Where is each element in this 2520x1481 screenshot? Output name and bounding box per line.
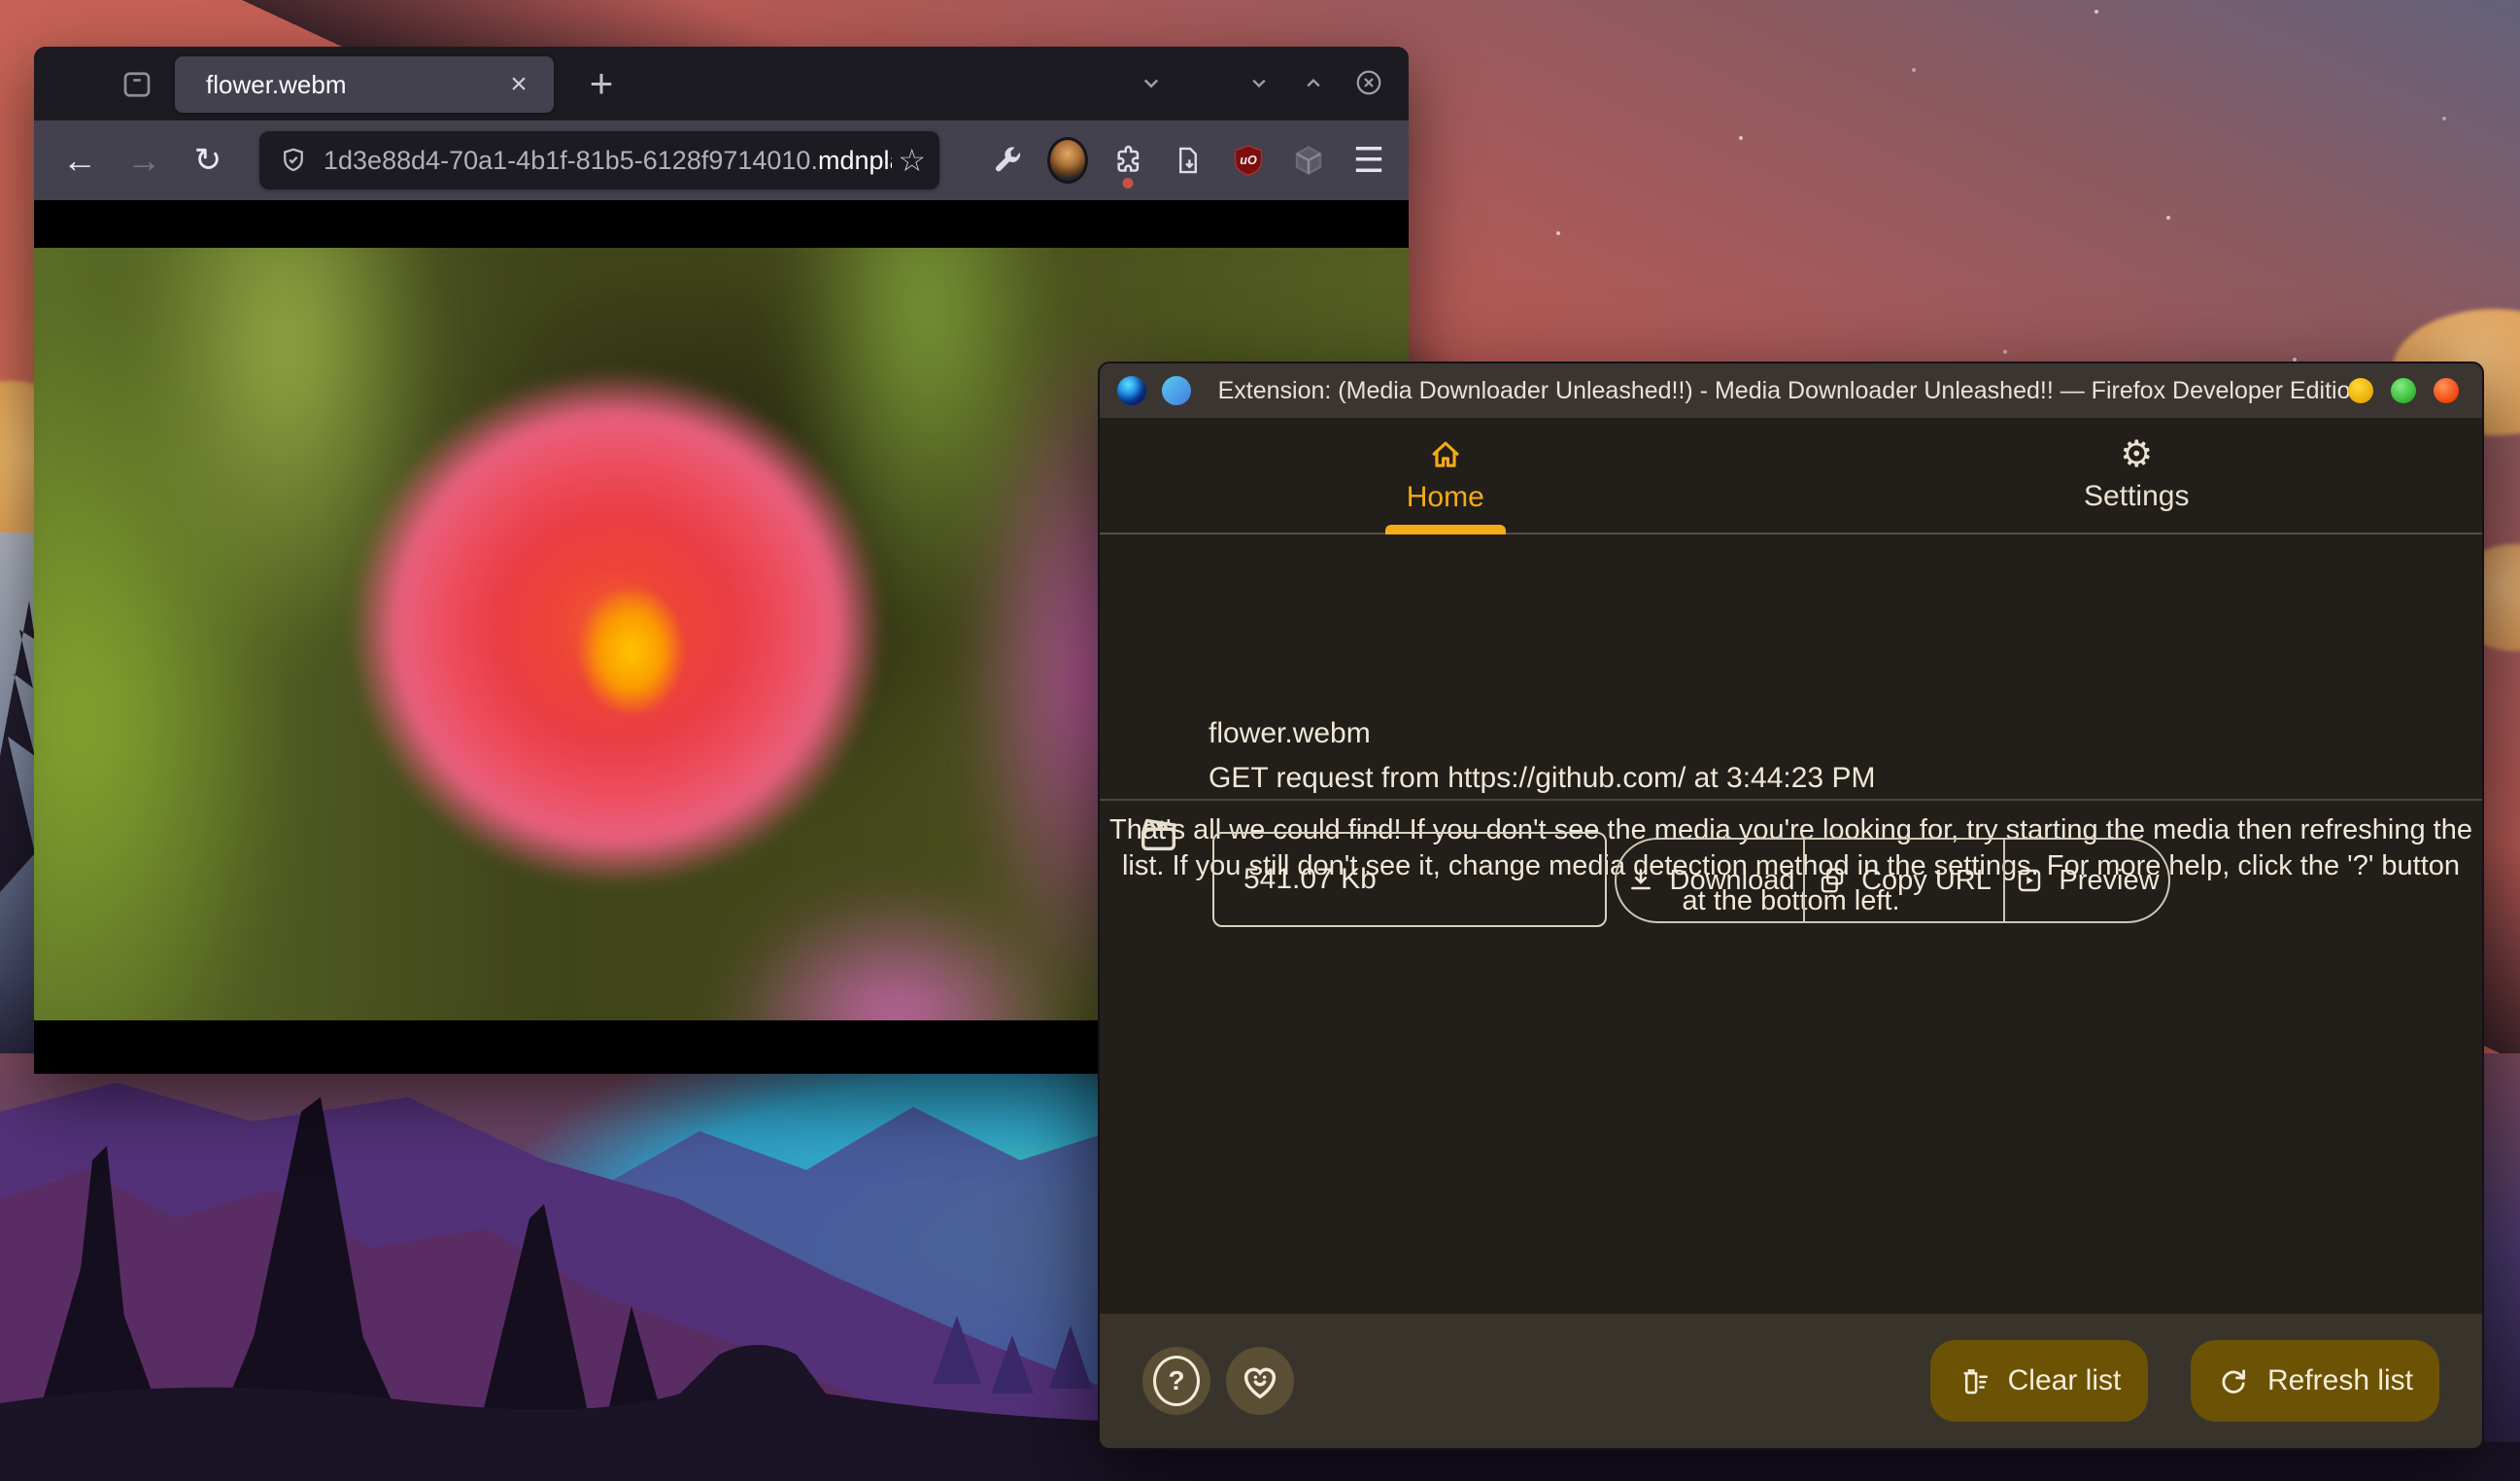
flower-stamen <box>563 568 699 734</box>
film-clapper-icon <box>1137 812 1181 857</box>
tracking-protection-icon[interactable] <box>279 146 308 175</box>
extensions-puzzle-icon[interactable] <box>1107 134 1148 187</box>
preview-icon <box>2014 865 2045 896</box>
star <box>2003 350 2007 354</box>
media-filename: flower.webm <box>1209 717 1371 750</box>
list-divider <box>1100 799 2482 801</box>
save-page-icon[interactable] <box>1168 134 1209 187</box>
firefox-view-icon[interactable] <box>119 67 154 102</box>
heart-smile-icon <box>1238 1359 1282 1403</box>
svg-text:uO: uO <box>1240 154 1257 167</box>
minimize-button[interactable] <box>2348 378 2373 403</box>
refresh-list-label: Refresh list <box>2267 1364 2413 1397</box>
wrench-icon[interactable] <box>987 134 1028 187</box>
tab-home[interactable]: Home <box>1100 418 1791 533</box>
tree-silhouette <box>0 601 35 892</box>
star <box>2166 216 2170 220</box>
close-button[interactable] <box>2434 378 2459 403</box>
clear-list-label: Clear list <box>2008 1364 2122 1397</box>
download-button[interactable]: Download <box>1617 840 1803 921</box>
active-tab-indicator <box>1385 525 1506 534</box>
extension-window-title: Extension: (Media Downloader Unleashed!!… <box>1100 377 2482 405</box>
menu-hamburger-icon[interactable]: ☰ <box>1348 134 1389 187</box>
forward-button[interactable]: → <box>123 140 164 181</box>
url-bar[interactable]: 1d3e88d4-70a1-4b1f-81b5-6128f9714010.mdn… <box>259 131 939 189</box>
help-button[interactable]: ? <box>1142 1347 1210 1415</box>
tab-home-label: Home <box>1407 481 1484 514</box>
tab-flower-webm[interactable]: flower.webm × <box>175 56 554 113</box>
home-icon <box>1427 436 1464 473</box>
tab-settings-label: Settings <box>2084 480 2189 513</box>
clear-list-icon <box>1958 1364 1991 1397</box>
help-icon: ? <box>1153 1356 1200 1406</box>
preview-button[interactable]: Preview <box>2003 840 2168 921</box>
star <box>2442 117 2446 121</box>
extension-tab-bar: Home ⚙ Settings <box>1100 418 2482 534</box>
toolbar-extension-icons: uO ☰ <box>987 134 1389 187</box>
download-icon <box>1625 865 1656 896</box>
wallpaper-left-strip <box>0 533 35 1077</box>
tab-settings[interactable]: ⚙ Settings <box>1791 418 2483 533</box>
window-shade-down-icon[interactable] <box>1245 69 1273 96</box>
window-close-icon[interactable] <box>1354 68 1383 97</box>
browser-nav-toolbar: ← → ↻ 1d3e88d4-70a1-4b1f-81b5-6128f97140… <box>34 121 1409 200</box>
browser-tab-bar: flower.webm × + <box>34 47 1409 121</box>
window-controls <box>1245 68 1383 97</box>
window-shade-up-icon[interactable] <box>1300 69 1327 96</box>
bookmark-star-icon[interactable]: ☆ <box>898 142 926 179</box>
media-request-info: GET request from https://github.com/ at … <box>1209 762 1875 795</box>
maximize-button[interactable] <box>2391 378 2416 403</box>
url-text: 1d3e88d4-70a1-4b1f-81b5-6128f9714010.mdn… <box>324 146 892 176</box>
tab-close-icon[interactable]: × <box>499 65 538 104</box>
star <box>2094 10 2098 14</box>
media-downloader-window: Extension: (Media Downloader Unleashed!!… <box>1098 362 2484 1450</box>
list-tabs-chevron-icon[interactable] <box>1137 68 1166 97</box>
desktop: flower.webm × + <box>0 0 2520 1481</box>
titlebar-buttons <box>2348 378 2459 403</box>
star <box>1739 136 1743 140</box>
donate-button[interactable] <box>1226 1347 1294 1415</box>
gear-icon: ⚙ <box>2120 437 2153 472</box>
back-button[interactable]: ← <box>59 140 100 181</box>
refresh-list-button[interactable]: Refresh list <box>2191 1340 2439 1422</box>
copy-url-button[interactable]: Copy URL <box>1803 840 2003 921</box>
download-label: Download <box>1670 865 1795 897</box>
extension-attention-dot <box>1123 178 1134 189</box>
star <box>1912 68 1916 72</box>
ublock-origin-icon[interactable]: uO <box>1228 134 1269 187</box>
reload-button[interactable]: ↻ <box>187 140 228 181</box>
media-list-item: flower.webm GET request from https://git… <box>1100 534 2482 799</box>
refresh-icon <box>2217 1364 2250 1397</box>
preview-label: Preview <box>2059 865 2159 897</box>
media-action-buttons: Download Copy URL Preview <box>1615 838 2170 923</box>
clear-list-button[interactable]: Clear list <box>1930 1340 2148 1422</box>
copy-icon <box>1817 865 1848 896</box>
media-size-value: 541.07 Kb <box>1243 863 1377 896</box>
star <box>1556 231 1560 235</box>
copy-url-label: Copy URL <box>1861 865 1992 897</box>
containers-cube-icon[interactable] <box>1288 134 1329 187</box>
extension-titlebar[interactable]: Extension: (Media Downloader Unleashed!!… <box>1100 363 2482 418</box>
media-size-box: 541.07 Kb <box>1212 832 1607 927</box>
profile-avatar[interactable] <box>1047 134 1088 187</box>
tab-title: flower.webm <box>206 70 499 100</box>
new-tab-button[interactable]: + <box>576 58 627 109</box>
extension-footer: ? Clear list <box>1100 1314 2482 1448</box>
